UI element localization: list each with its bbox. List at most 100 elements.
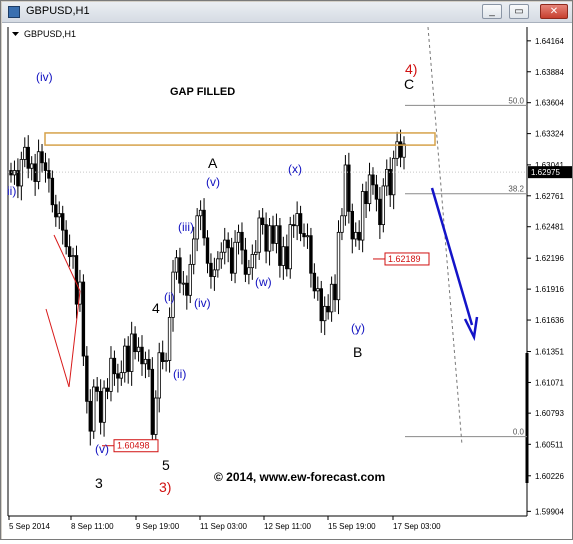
candle-body [109,357,113,392]
candle-body [85,355,89,402]
wave-label: A [208,155,218,171]
candle-body [364,191,368,205]
candle-body [216,258,220,271]
title-bar[interactable]: GBPUSD,H1 _ ▭ ✕ [2,2,572,23]
x-tick-label: 11 Sep 03:00 [200,522,248,531]
copyright-text: © 2014, www.ew-forecast.com [214,470,385,484]
wave-label: C [404,76,414,92]
candle-body [281,246,286,266]
y-tick-label: 1.60226 [535,472,564,481]
y-tick-label: 1.63324 [535,130,564,139]
candle-body [105,387,110,392]
candle-body [202,209,206,239]
candle-body [112,357,117,375]
candle-body [243,249,248,275]
wave-label: (y) [351,321,365,335]
candle-body [19,159,24,187]
wave-label: 3) [159,479,171,495]
candle-body [81,281,86,357]
y-tick-label: 1.63041 [535,161,564,170]
window-title: GBPUSD,H1 [26,5,90,17]
candle-body [223,239,227,253]
y-tick-label: 1.61351 [535,348,564,357]
wave-label: (iv) [36,70,53,84]
candle-body [123,345,127,374]
forecast-arrow-shaft [430,187,474,326]
candle-body [333,283,337,301]
candle-body [350,210,354,240]
minimize-button[interactable]: _ [482,4,502,19]
candle-body [205,237,210,264]
candle-body [147,358,151,370]
gap-filled-annotation: GAP FILLED [170,86,235,98]
candle-body [285,246,289,270]
triangle-line [45,308,70,388]
restore-button[interactable]: ▭ [509,4,529,19]
candle-body [360,191,365,241]
candle-body [274,225,279,244]
candle-body [219,251,223,260]
candle-body [371,174,375,186]
chart-area[interactable]: GBPUSD,H1 50.0 38.2 0.0 1.62975 1.62189 1.604… [2,23,572,539]
candle-body [61,213,65,231]
chart-window-icon [8,6,20,18]
candle-body [64,229,68,248]
wave-label: (v) [206,175,220,189]
y-axis-labels: 1.59904 1.60226 1.60511 1.60793 1.61071 1.613… [527,37,564,516]
candle-body [71,255,75,258]
candle-body [395,141,399,159]
x-tick-label: 17 Sep 03:00 [393,522,441,531]
y-tick-label: 1.61636 [535,316,564,325]
candle-body [74,255,79,305]
wave-label: 4 [152,300,160,316]
x-axis-labels: 5 Sep 2014 8 Sep 11:00 9 Sep 19:00 11 Sep 0… [8,516,441,531]
candle-body [295,213,299,227]
candle-body [98,390,103,423]
candle-body [354,231,358,240]
candle-body [302,233,306,238]
wave-label: (x) [288,162,302,176]
candle-body [16,170,20,187]
wave-label: (v) [95,442,109,456]
chart-window: GBPUSD,H1 _ ▭ ✕ GBPUSD,H1 50.0 38.2 0.0 1.6… [0,0,573,540]
candle-body [160,352,165,362]
candle-body [150,368,155,435]
candle-body [29,163,34,169]
wave-label: ii) [7,184,16,198]
fibo-level-label: 0.0 [513,428,525,437]
candle-body [43,162,48,171]
candle-body [402,143,406,158]
candle-body [316,288,320,292]
candle-body [92,386,96,432]
chart-label-arrow-icon[interactable] [12,32,19,36]
candle-body [374,184,379,200]
price-label: 1.62189 [388,254,421,264]
candle-body [9,170,13,176]
candle-body [57,213,61,218]
candle-body [174,257,179,273]
chart-symbol-label: GBPUSD,H1 [24,29,76,39]
candle-body [33,163,37,182]
triangle-line [68,290,81,388]
price-chart[interactable]: GBPUSD,H1 50.038.20.01.629751.621891.604… [2,23,572,539]
candle-body [178,257,182,284]
candle-body [40,151,44,164]
candle-body [136,346,141,353]
candle-body [381,185,386,226]
candle-body [181,282,186,285]
gap-zone-box [44,132,436,146]
candle-body [291,224,296,227]
candle-body [240,231,244,251]
fibo-level-label: 50.0 [508,96,524,105]
candle-body [378,198,382,226]
y-tick-label: 1.62761 [535,192,564,201]
candle-body [129,333,134,372]
y-tick-label: 1.61071 [535,378,564,387]
candle-body [312,272,317,292]
candle-body [367,174,372,205]
close-button[interactable]: ✕ [540,4,568,19]
candle-body [260,217,265,226]
candle-body [388,168,392,196]
candle-body [12,170,17,176]
candle-body [47,170,51,179]
